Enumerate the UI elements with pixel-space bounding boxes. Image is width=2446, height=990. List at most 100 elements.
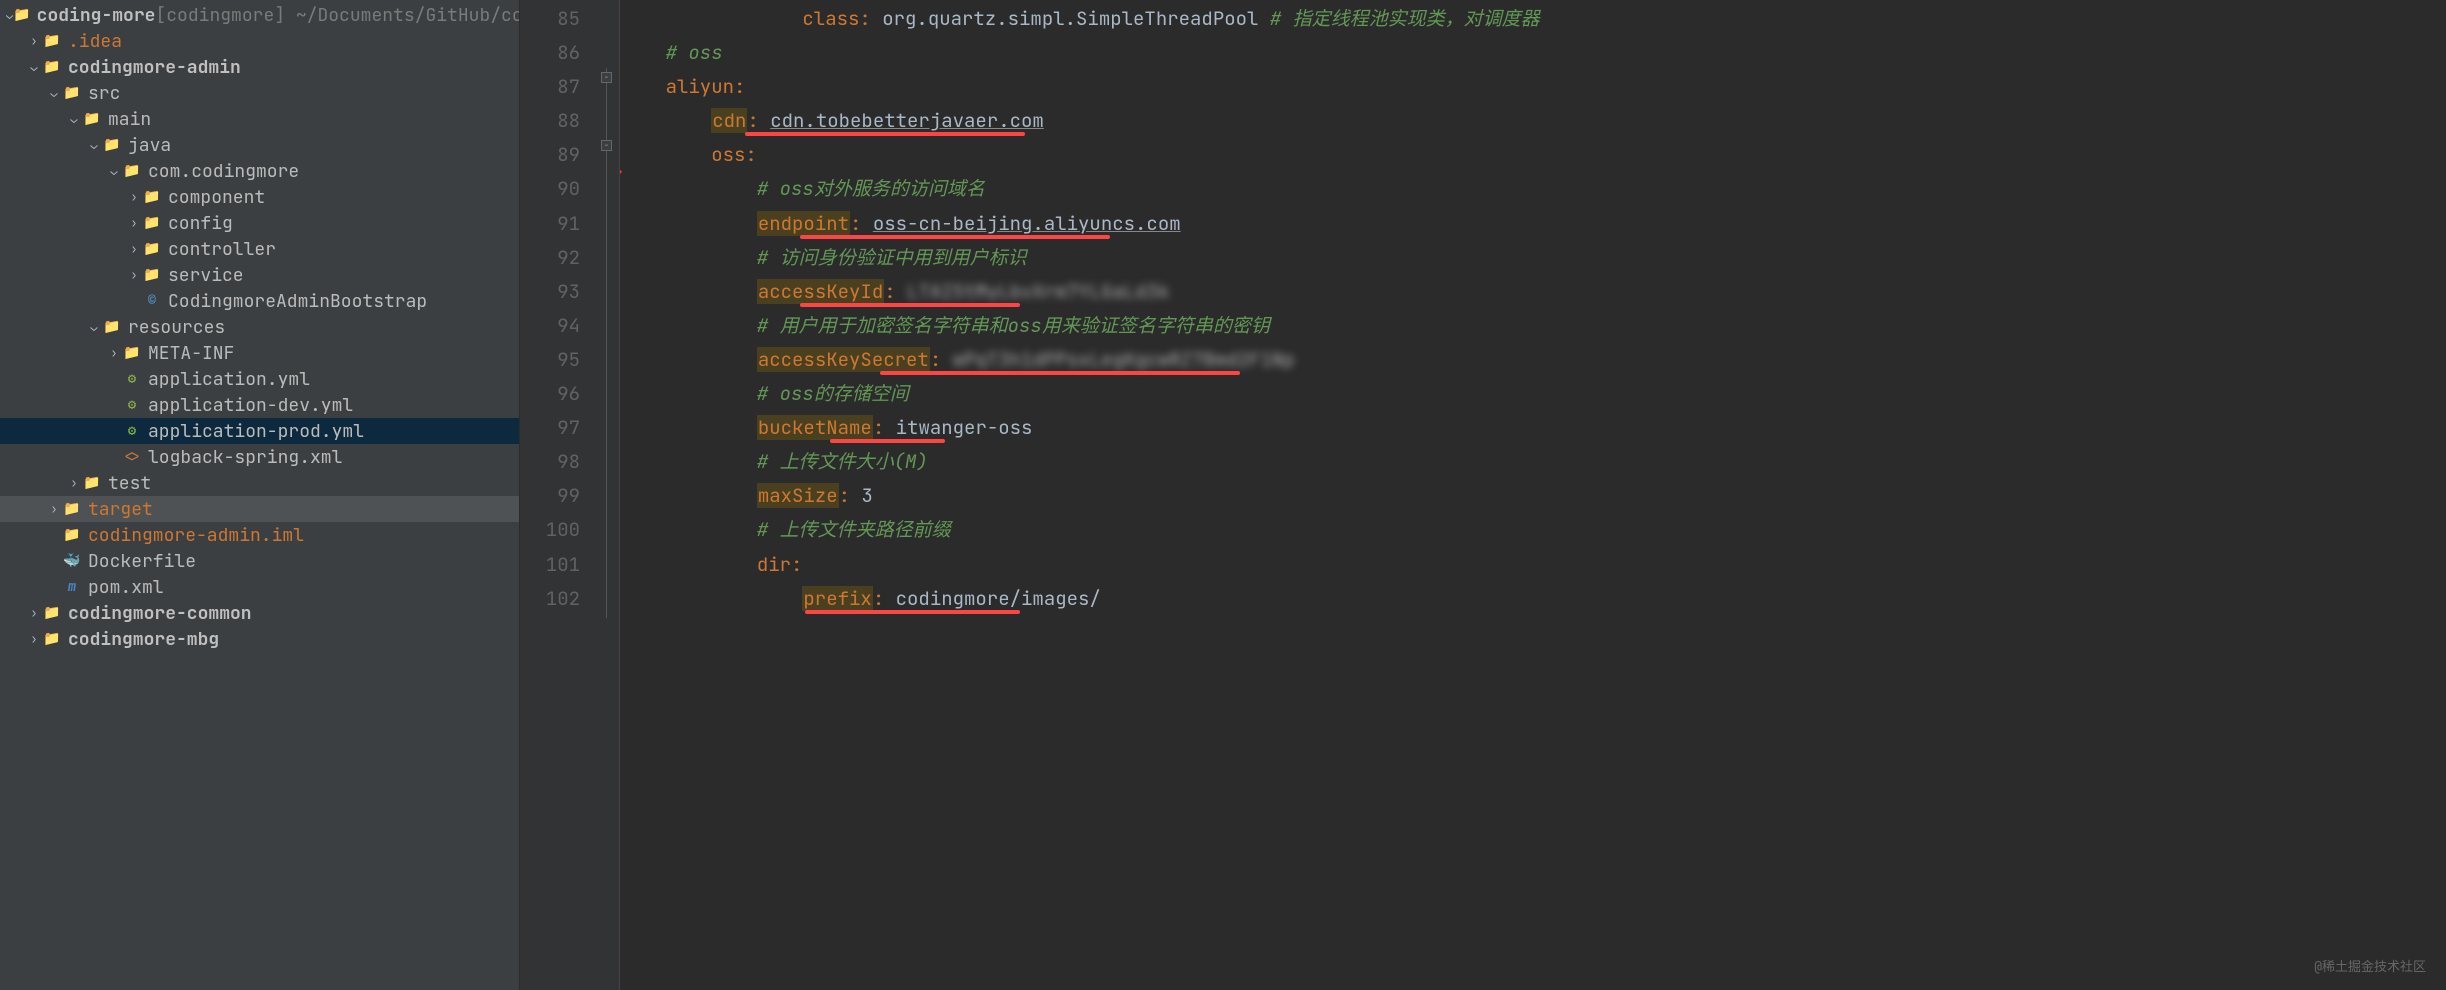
tree-item-java[interactable]: ⌄📁java <box>0 132 519 158</box>
tree-path: [codingmore] ~/Documents/GitHub/coding-m <box>155 4 520 27</box>
tree-item-config[interactable]: ›📁config <box>0 210 519 236</box>
tree-item-controller[interactable]: ›📁controller <box>0 236 519 262</box>
folder-icon: 📁 <box>62 500 82 518</box>
yaml-value: cdn.tobebetterjavaer.com <box>770 108 1044 133</box>
tree-item-codingmore-mbg[interactable]: ›📁 codingmore-mbg <box>0 626 519 652</box>
tree-label: component <box>168 186 265 209</box>
chevron-right-icon[interactable]: › <box>106 345 122 361</box>
code-line-96[interactable]: # oss的存储空间 <box>620 377 2446 411</box>
tree-item-component[interactable]: ›📁component <box>0 184 519 210</box>
folder-icon: 📁 <box>102 136 122 154</box>
code-line-98[interactable]: # 上传文件大小(M) <box>620 445 2446 479</box>
tree-label: CodingmoreAdminBootstrap <box>168 290 427 313</box>
yaml-key: maxSize <box>757 483 839 508</box>
tree-item-main[interactable]: ⌄📁 main <box>0 106 519 132</box>
chevron-right-icon[interactable]: › <box>66 475 82 491</box>
chevron-down-icon[interactable]: ⌄ <box>6 7 13 23</box>
tree-item-src[interactable]: ⌄📁src <box>0 80 519 106</box>
chevron-down-icon[interactable]: ⌄ <box>46 85 62 101</box>
line-number: 96 <box>520 377 580 411</box>
line-number: 87 <box>520 70 580 104</box>
folder-icon: 📁 <box>82 110 102 128</box>
tree-item-meta-inf[interactable]: ›📁META-INF <box>0 340 519 366</box>
code-line-99[interactable]: maxSize: 3 <box>620 479 2446 513</box>
tree-item-application-yml[interactable]: ⚙application.yml <box>0 366 519 392</box>
chevron-right-icon[interactable]: › <box>126 189 142 205</box>
code-line-94[interactable]: # 用户用于加密签名字符串和oss用来验证签名字符串的密钥 <box>620 309 2446 343</box>
tree-item-com-codingmore[interactable]: ⌄📁 com.codingmore <box>0 158 519 184</box>
tree-item--idea[interactable]: ›📁.idea <box>0 28 519 54</box>
code-line-92[interactable]: # 访问身份验证中用到用户标识 <box>620 241 2446 275</box>
tree-item-codingmore-admin[interactable]: ⌄📁codingmore-admin <box>0 54 519 80</box>
chevron-right-icon[interactable]: › <box>26 631 42 647</box>
tree-item-resources[interactable]: ⌄📁resources <box>0 314 519 340</box>
chevron-right-icon[interactable]: › <box>26 33 42 49</box>
chevron-right-icon[interactable]: › <box>126 215 142 231</box>
yaml-key: dir <box>757 552 791 577</box>
yaml-comment: # 指定线程池实现类，对调度器 <box>1270 6 1540 31</box>
tree-label: .idea <box>68 30 122 53</box>
code-line-87[interactable]: aliyun: <box>620 70 2446 104</box>
tree-label: controller <box>168 238 276 261</box>
line-number: 97 <box>520 411 580 445</box>
yaml-key: prefix <box>802 586 872 611</box>
line-number: 101 <box>520 548 580 582</box>
yaml-key: oss <box>711 142 745 167</box>
tree-item-codingmoreadminbootstrap[interactable]: ©CodingmoreAdminBootstrap <box>0 288 519 314</box>
code-line-85[interactable]: class: org.quartz.simpl.SimpleThreadPool… <box>620 2 2446 36</box>
folder-icon: 📁 <box>122 162 142 180</box>
line-number: 100 <box>520 513 580 547</box>
yaml-comment: # 上传文件夹路径前缀 <box>757 517 951 542</box>
tree-label: config <box>168 212 233 235</box>
chevron-right-icon[interactable]: › <box>46 501 62 517</box>
chevron-down-icon[interactable]: ⌄ <box>106 163 122 179</box>
code-line-100[interactable]: # 上传文件夹路径前缀 <box>620 513 2446 547</box>
project-tree-panel: ⌄📁coding-more [codingmore] ~/Documents/G… <box>0 0 520 990</box>
fold-column: − − <box>600 0 620 990</box>
chevron-down-icon[interactable]: ⌄ <box>66 111 82 127</box>
line-number: 89 <box>520 138 580 172</box>
tree-label: codingmore-mbg <box>68 628 219 651</box>
line-number: 88 <box>520 104 580 138</box>
tree-item-service[interactable]: ›📁service <box>0 262 519 288</box>
chevron-right-icon[interactable]: › <box>126 241 142 257</box>
folder-icon: 📁 <box>42 604 62 622</box>
tree-item-logback-spring-xml[interactable]: <>logback-spring.xml <box>0 444 519 470</box>
tree-item-target[interactable]: ›📁target <box>0 496 519 522</box>
code-line-89[interactable]: oss: <box>620 138 2446 172</box>
tree-item-pom-xml[interactable]: mpom.xml <box>0 574 519 600</box>
tree-label: com.codingmore <box>148 160 299 183</box>
annotation-underline <box>800 235 1110 239</box>
tree-item-application-prod-yml[interactable]: ⚙application-prod.yml <box>0 418 519 444</box>
code-line-101[interactable]: dir: <box>620 548 2446 582</box>
xml-icon: <> <box>122 448 142 466</box>
line-number: 95 <box>520 343 580 377</box>
folder-icon: 📁 <box>62 84 82 102</box>
code-line-86[interactable]: # oss <box>620 36 2446 70</box>
folder-icon: 📁 <box>122 344 142 362</box>
dock-icon: 🐳 <box>62 552 82 570</box>
tree-item-codingmore-admin-iml[interactable]: 📁codingmore-admin.iml <box>0 522 519 548</box>
annotation-underline <box>880 371 1240 375</box>
tree-item-codingmore-common[interactable]: ›📁codingmore-common <box>0 600 519 626</box>
yaml-comment: # 访问身份验证中用到用户标识 <box>757 245 1027 270</box>
code-line-90[interactable]: # oss对外服务的访问域名 <box>620 172 2446 206</box>
tree-label: test <box>108 472 151 495</box>
tree-item-dockerfile[interactable]: 🐳Dockerfile <box>0 548 519 574</box>
line-number: 94 <box>520 309 580 343</box>
tree-item-application-dev-yml[interactable]: ⚙application-dev.yml <box>0 392 519 418</box>
code-editor[interactable]: @稀土掘金技术社区 class: org.quartz.simpl.Simple… <box>620 0 2446 990</box>
chevron-down-icon[interactable]: ⌄ <box>86 319 102 335</box>
tree-item-coding-more[interactable]: ⌄📁coding-more [codingmore] ~/Documents/G… <box>0 2 519 28</box>
watermark: @稀土掘金技术社区 <box>2314 950 2426 984</box>
tree-label: main <box>108 108 151 131</box>
annotation-underline <box>745 132 1025 136</box>
chevron-right-icon[interactable]: › <box>126 267 142 283</box>
line-number: 93 <box>520 275 580 309</box>
folder-icon: 📁 <box>42 630 62 648</box>
yaml-key: class <box>802 6 859 31</box>
tree-item-test[interactable]: ›📁test <box>0 470 519 496</box>
chevron-right-icon[interactable]: › <box>26 605 42 621</box>
chevron-down-icon[interactable]: ⌄ <box>26 59 42 75</box>
chevron-down-icon[interactable]: ⌄ <box>86 137 102 153</box>
